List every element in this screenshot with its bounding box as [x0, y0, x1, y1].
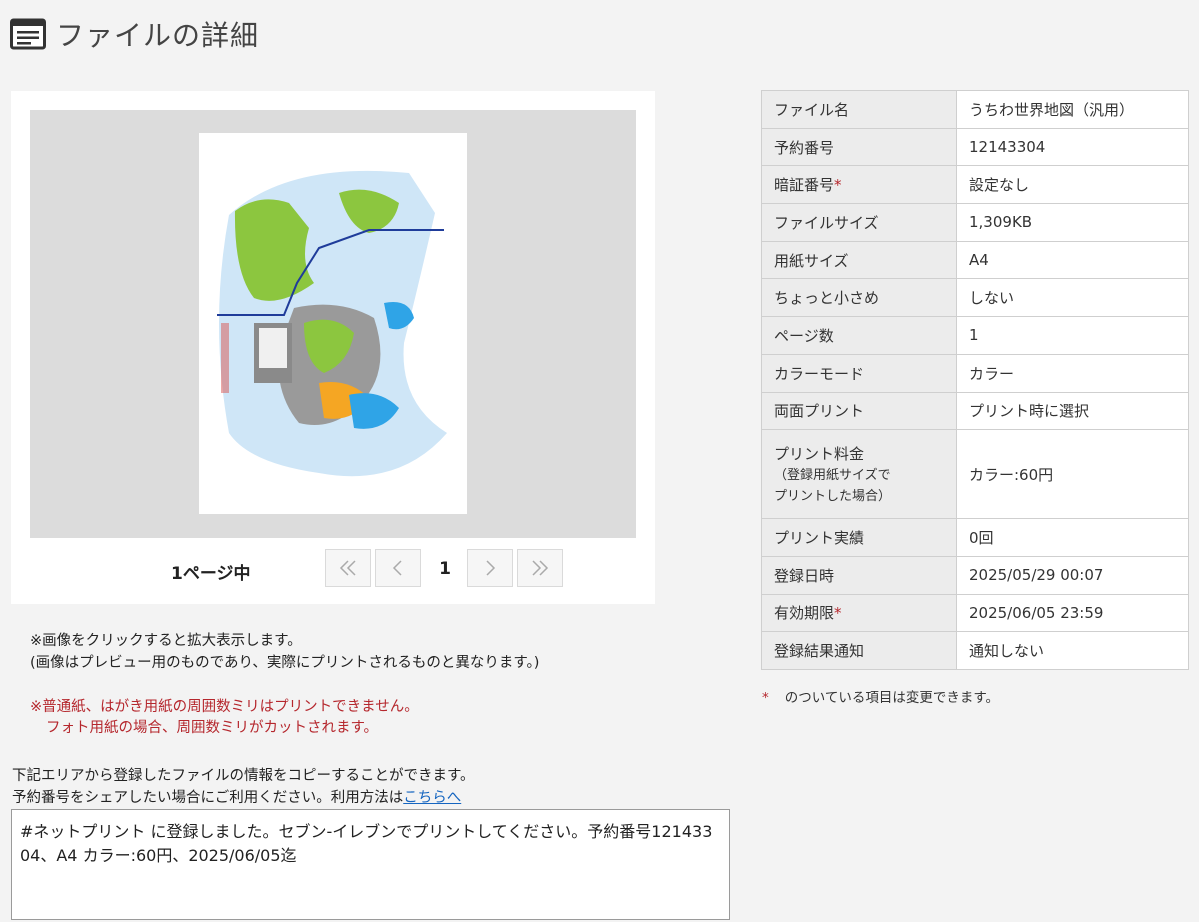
print-margin-warning: ※普通紙、はがき用紙の周囲数ミリはプリントできません。 フォト用紙の場合、周囲数… — [30, 697, 419, 739]
table-row: 予約番号 12143304 — [761, 127, 1189, 167]
label-file-name: ファイル名 — [761, 90, 957, 129]
note-line: (画像はプレビュー用のものであり、実際にプリントされるものと異なります。) — [30, 655, 540, 671]
label-color-mode: カラーモード — [761, 353, 957, 393]
label-slightly-smaller: ちょっと小さめ — [761, 278, 957, 318]
value-pin: 設定なし — [956, 165, 1189, 205]
label-paper-size: 用紙サイズ — [761, 240, 957, 280]
value-expires-at: 2025/06/05 23:59 — [956, 593, 1189, 633]
required-mark: * — [762, 690, 769, 706]
table-row: ページ数 1 — [761, 316, 1189, 355]
table-row: 暗証番号* 設定なし — [761, 165, 1189, 205]
label-file-size: ファイルサイズ — [761, 203, 957, 242]
table-row: 登録結果通知 通知しない — [761, 631, 1189, 670]
next-page-button[interactable] — [467, 549, 513, 587]
label-price-sub: プリントした場合） — [774, 488, 892, 504]
next-page-icon — [486, 560, 496, 576]
value-paper-size: A4 — [956, 240, 1189, 280]
value-duplex: プリント時に選択 — [956, 391, 1189, 431]
table-row: カラーモード カラー — [761, 353, 1189, 393]
prev-page-button[interactable] — [375, 549, 421, 587]
value-notify: 通知しない — [956, 631, 1189, 670]
value-file-size: 1,309KB — [956, 203, 1189, 242]
preview-card: 1ページ中 1 — [11, 91, 655, 604]
label-reservation-no: 予約番号 — [761, 127, 957, 167]
label-pin: 暗証番号* — [761, 165, 957, 205]
page-header: ファイルの詳細 — [10, 14, 259, 54]
value-reservation-no: 12143304 — [956, 127, 1189, 167]
current-page-number: 1 — [439, 559, 451, 579]
table-row: ちょっと小さめ しない — [761, 278, 1189, 318]
editable-footnote: * のついている項目は変更できます。 — [762, 686, 999, 706]
label-print-count: プリント実績 — [761, 518, 957, 557]
world-map-preview-image — [217, 170, 447, 477]
label-price-sub: （登録用紙サイズで — [774, 467, 891, 483]
label-pin-text: 暗証番号 — [774, 176, 835, 195]
label-expires-at: 有効期限* — [761, 593, 957, 633]
value-slightly-smaller: しない — [956, 278, 1189, 318]
label-expires-text: 有効期限 — [774, 604, 835, 623]
label-price-text: プリント料金 — [774, 444, 865, 463]
footnote-text: のついている項目は変更できます。 — [784, 690, 999, 706]
table-row: 有効期限* 2025/06/05 23:59 — [761, 593, 1189, 633]
share-line: 下記エリアから登録したファイルの情報をコピーすることができます。 — [12, 768, 475, 784]
table-row: ファイルサイズ 1,309KB — [761, 203, 1189, 242]
share-description: 下記エリアから登録したファイルの情報をコピーすることができます。 予約番号をシェ… — [12, 765, 475, 809]
file-details-table: ファイル名 うちわ世界地図（汎用） 予約番号 12143304 暗証番号* 設定… — [761, 90, 1189, 670]
label-registered-at: 登録日時 — [761, 555, 957, 595]
warning-line: ※普通紙、はがき用紙の周囲数ミリはプリントできません。 — [30, 699, 419, 715]
preview-image-area[interactable] — [30, 110, 636, 538]
value-registered-at: 2025/05/29 00:07 — [956, 555, 1189, 595]
pagination: 1ページ中 1 — [11, 549, 655, 589]
preview-page-thumbnail[interactable] — [199, 133, 467, 514]
page-of-label: 1ページ中 — [171, 564, 251, 584]
label-price: プリント料金 （登録用紙サイズで プリントした場合） — [761, 429, 957, 520]
required-mark: * — [834, 176, 842, 195]
table-row: プリント実績 0回 — [761, 518, 1189, 557]
usage-link[interactable]: こちらへ — [403, 790, 461, 806]
last-page-icon — [532, 560, 549, 576]
value-file-name: うちわ世界地図（汎用） — [956, 90, 1189, 129]
share-line-prefix: 予約番号をシェアしたい場合にご利用ください。利用方法は — [12, 790, 404, 806]
label-notify: 登録結果通知 — [761, 631, 957, 670]
page-title: ファイルの詳細 — [56, 19, 260, 52]
value-print-count: 0回 — [956, 518, 1189, 557]
document-list-icon — [10, 18, 46, 50]
table-row: プリント料金 （登録用紙サイズで プリントした場合） カラー:60円 — [761, 429, 1189, 520]
first-page-icon — [339, 560, 356, 576]
table-row: 登録日時 2025/05/29 00:07 — [761, 555, 1189, 595]
first-page-button[interactable] — [325, 549, 371, 587]
label-duplex: 両面プリント — [761, 391, 957, 431]
table-row: 用紙サイズ A4 — [761, 240, 1189, 280]
warning-line: フォト用紙の場合、周囲数ミリがカットされます。 — [46, 720, 379, 736]
label-page-count: ページ数 — [761, 316, 957, 355]
table-row: ファイル名 うちわ世界地図（汎用） — [761, 90, 1189, 129]
note-line: ※画像をクリックすると拡大表示します。 — [30, 633, 302, 649]
last-page-button[interactable] — [517, 549, 563, 587]
value-page-count: 1 — [956, 316, 1189, 355]
preview-notes: ※画像をクリックすると拡大表示します。 (画像はプレビュー用のものであり、実際に… — [30, 630, 539, 674]
prev-page-icon — [392, 560, 402, 576]
table-row: 両面プリント プリント時に選択 — [761, 391, 1189, 431]
share-line: 予約番号をシェアしたい場合にご利用ください。利用方法はこちらへ — [12, 787, 475, 809]
value-color-mode: カラー — [956, 353, 1189, 393]
required-mark: * — [834, 604, 842, 623]
value-price: カラー:60円 — [956, 429, 1189, 520]
share-text-area[interactable]: #ネットプリント に登録しました。セブン-イレブンでプリントしてください。予約番… — [11, 809, 730, 920]
